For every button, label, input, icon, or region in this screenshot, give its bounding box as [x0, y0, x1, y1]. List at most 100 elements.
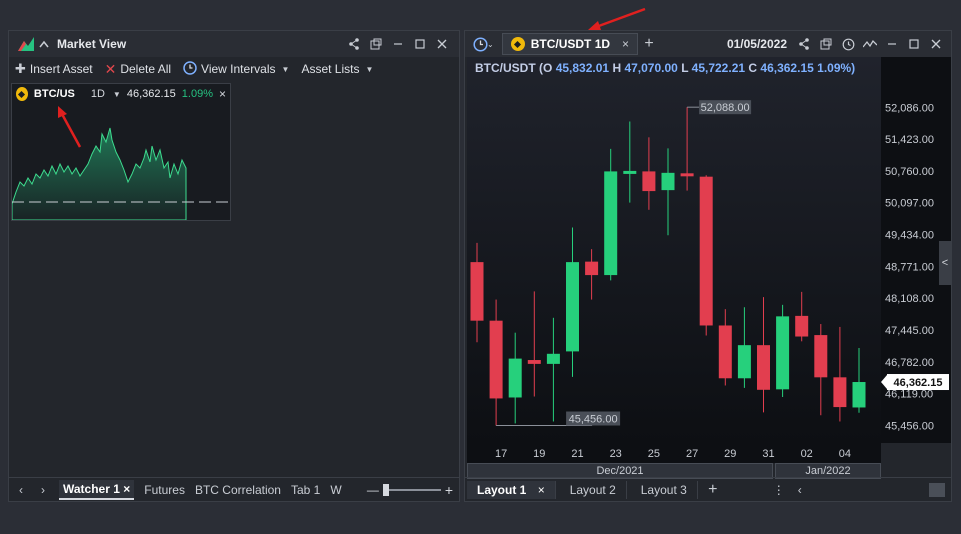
mini-area-chart	[11, 127, 230, 221]
tab-layout-3[interactable]: Layout 3	[631, 480, 698, 499]
candle	[508, 332, 522, 424]
add-layout-icon[interactable]: +	[702, 479, 724, 501]
asset-mini-chart-card[interactable]: BTC/US 1D ▼ 46,362.15 1.09% ×	[11, 83, 231, 221]
candle-body	[757, 345, 770, 390]
price-tick-label: 47,445.00	[885, 325, 934, 337]
candle	[623, 121, 637, 203]
chart-panel: ⌄ BTC/USDT 1D × + 01/05/2022 BTC/USDT (O…	[464, 30, 952, 502]
minimize-icon[interactable]	[881, 33, 903, 55]
add-tab-icon[interactable]: +	[638, 33, 660, 55]
layout-tabs-bar: Layout 1 × Layout 2 Layout 3 + ⋮ ‹	[465, 477, 951, 501]
tab-layout-2[interactable]: Layout 2	[560, 480, 627, 499]
candle	[642, 137, 656, 210]
chart-date[interactable]: 01/05/2022	[727, 37, 787, 51]
view-intervals-button[interactable]: View Intervals ▼	[183, 60, 289, 78]
candle-body	[699, 176, 713, 326]
date-axis[interactable]: 17 19 21 23 25 27 29 31 02 04	[467, 443, 881, 463]
tab-close-icon[interactable]: ×	[123, 482, 130, 496]
tab-label: Layout 1	[477, 482, 527, 497]
candle	[795, 291, 809, 342]
asset-lists-label: Asset Lists	[301, 62, 360, 76]
tab-watcher-1[interactable]: Watcher 1 ×	[59, 479, 135, 500]
candle-body	[566, 262, 579, 352]
mini-card-change: 1.09%	[181, 88, 213, 100]
tab-scroll-left-icon[interactable]: ‹	[15, 479, 27, 501]
price-tick-label: 50,760.00	[885, 166, 934, 178]
scroll-thumb[interactable]	[929, 482, 945, 497]
market-view-toolbar: ✚ Insert Asset ✕ Delete All View Interva…	[9, 57, 459, 81]
delete-all-button[interactable]: ✕ Delete All	[105, 61, 171, 78]
last-price-label: 46,362.15	[894, 377, 943, 389]
candle	[814, 324, 828, 416]
maximize-icon[interactable]	[903, 33, 925, 55]
mini-card-close-icon[interactable]: ×	[219, 87, 226, 101]
popout-icon[interactable]	[815, 33, 837, 55]
candle	[566, 227, 579, 377]
date-tick-label: 04	[839, 448, 851, 460]
candle	[680, 107, 694, 191]
candlestick-chart-area[interactable]: BTC/USDT (O 45,832.01 H 47,070.00 L 45,7…	[467, 57, 881, 443]
tab-close-icon[interactable]: ×	[538, 483, 545, 497]
insert-asset-button[interactable]: ✚ Insert Asset	[15, 61, 93, 77]
candle-body	[852, 382, 866, 408]
candle-body	[833, 377, 847, 408]
candle-body	[623, 170, 637, 174]
indicator-wave-icon[interactable]	[859, 33, 881, 55]
chart-tab[interactable]: BTC/USDT 1D ×	[501, 33, 639, 55]
chevron-down-icon[interactable]: ▼	[113, 90, 121, 99]
candle	[776, 304, 790, 397]
chevron-down-icon[interactable]: ⌄	[487, 40, 494, 49]
candle	[489, 299, 503, 426]
tab-label: Watcher 1	[63, 481, 120, 496]
chart-tab-label: BTC/USDT 1D	[530, 37, 611, 51]
plus-icon[interactable]: +	[445, 482, 453, 498]
mini-card-price: 46,362.15	[126, 88, 176, 100]
share-icon[interactable]	[793, 33, 815, 55]
tab-scroll-right-icon[interactable]: ›	[37, 479, 49, 501]
mini-card-symbol[interactable]: BTC/US	[34, 88, 75, 100]
minus-icon[interactable]: —	[367, 483, 379, 497]
price-tick-label: 49,434.00	[885, 230, 934, 242]
slider-thumb[interactable]	[382, 483, 389, 496]
plus-icon: ✚	[15, 61, 26, 76]
candle	[546, 317, 560, 422]
candle	[661, 148, 675, 236]
side-panel-toggle[interactable]: <	[939, 241, 951, 285]
tab-futures[interactable]: Futures	[144, 483, 185, 497]
maximize-icon[interactable]	[409, 33, 431, 55]
candle	[585, 249, 599, 300]
tab-layout-1[interactable]: Layout 1 ×	[467, 480, 556, 499]
candlestick-series: 52,088.00 45,456.00	[470, 100, 866, 427]
history-icon[interactable]	[837, 33, 859, 55]
low-marker-label: 45,456.00	[569, 414, 618, 426]
more-vertical-icon[interactable]: ⋮	[768, 479, 790, 501]
price-tick-label: 50,097.00	[885, 198, 934, 210]
close-icon[interactable]	[925, 33, 947, 55]
tab-btc-correlation[interactable]: BTC Correlation	[195, 483, 281, 497]
chart-tab-close-icon[interactable]: ×	[622, 37, 629, 51]
annotation-arrow-chart-tab	[588, 7, 646, 30]
price-tick-label: 48,771.00	[885, 261, 934, 273]
candle	[718, 309, 732, 386]
candle-body	[737, 345, 751, 379]
candle-body	[718, 325, 732, 379]
candle	[757, 297, 770, 413]
zoom-slider[interactable]: — +	[367, 482, 453, 498]
popout-icon[interactable]	[365, 33, 387, 55]
tab-tab-1[interactable]: Tab 1	[291, 483, 320, 497]
minimize-icon[interactable]	[387, 33, 409, 55]
tab-w[interactable]: W	[330, 483, 341, 497]
mini-card-interval[interactable]: 1D	[91, 88, 105, 100]
asset-lists-button[interactable]: Asset Lists ▼	[301, 62, 373, 76]
tab-scroll-left-icon[interactable]: ‹	[794, 479, 806, 501]
price-tick-label: 45,456.00	[885, 421, 934, 433]
date-tick-label: 23	[610, 448, 622, 460]
candle-body	[508, 358, 522, 398]
slider-track[interactable]	[382, 483, 441, 496]
date-tick-label: 27	[686, 448, 698, 460]
share-icon[interactable]	[343, 33, 365, 55]
candle-body	[489, 320, 503, 399]
chevron-up-icon[interactable]	[37, 33, 51, 55]
close-icon[interactable]	[431, 33, 453, 55]
delete-all-label: Delete All	[120, 62, 172, 76]
